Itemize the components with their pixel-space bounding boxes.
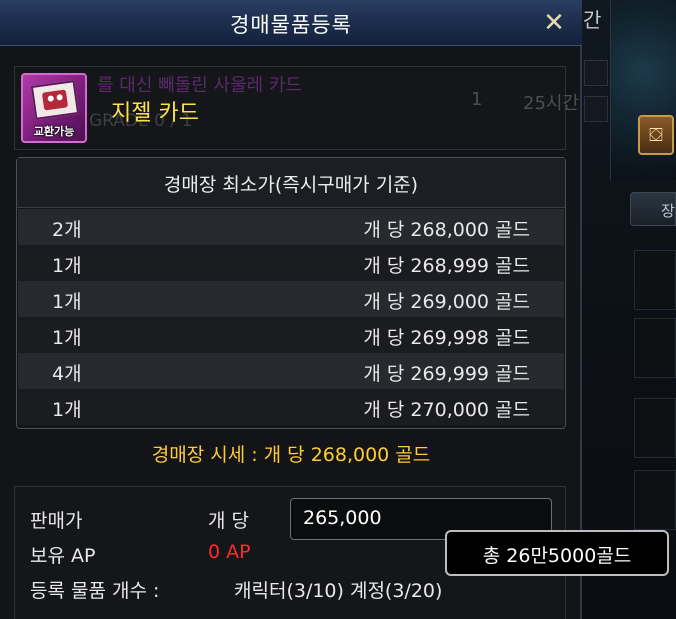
row-price: 개 당 268,000 골드: [363, 219, 530, 241]
card-item-icon[interactable]: 교환가능: [21, 73, 87, 143]
price-row: 4개 개 당 269,999 골드: [18, 353, 564, 389]
price-table-header: 경매장 최소가(즉시구매가 기준): [17, 158, 565, 208]
row-quantity: 2개: [52, 219, 82, 241]
auction-register-dialog: 경매물품등록 ✕ 를 대신 빼돌린 사울레 카드 GRADE 0 / 1 1 2…: [0, 0, 582, 619]
close-button[interactable]: ✕: [538, 8, 570, 38]
row-quantity: 1개: [52, 327, 82, 349]
registered-count-value: 캐릭터(3/10) 계정(3/20): [234, 580, 443, 602]
registered-count-label: 등록 물품 개수 :: [30, 580, 160, 602]
card-art-icon: [30, 80, 80, 120]
lowest-price-table: 경매장 최소가(즉시구매가 기준) 2개 개 당 268,000 골드 1개 개…: [16, 157, 566, 429]
row-quantity: 1개: [52, 399, 82, 421]
background-slot: [584, 96, 608, 122]
background-tab[interactable]: 장: [630, 192, 676, 226]
price-row: 1개 개 당 269,998 골드: [18, 317, 564, 353]
price-row: 1개 개 당 270,000 골드: [18, 389, 564, 425]
row-quantity: 4개: [52, 363, 82, 385]
chest-icon[interactable]: ⛋: [638, 115, 674, 155]
market-price-text: 경매장 시세 : 개 당 268,000 골드: [151, 444, 431, 466]
price-table-rows: 2개 개 당 268,000 골드 1개 개 당 268,999 골드 1개 개…: [18, 209, 564, 425]
row-price: 개 당 268,999 골드: [363, 255, 530, 277]
background-cell: [634, 470, 676, 530]
row-price: 개 당 269,998 골드: [363, 327, 530, 349]
background-slot: [584, 60, 608, 86]
background-cell: [634, 318, 676, 378]
item-ghost-quantity: 1: [471, 89, 483, 110]
item-ghost-name: 를 대신 빼돌린 사울레 카드: [97, 75, 303, 96]
row-quantity: 1개: [52, 291, 82, 313]
row-price: 개 당 269,000 골드: [363, 291, 530, 313]
item-info-panel: 를 대신 빼돌린 사울레 카드 GRADE 0 / 1 1 25시간 교환가능 …: [14, 66, 579, 150]
sale-price-label: 판매가: [30, 510, 83, 532]
ap-label: 보유 AP: [30, 545, 96, 567]
row-price: 개 당 269,999 골드: [363, 363, 530, 385]
price-row: 1개 개 당 269,000 골드: [18, 281, 564, 317]
row-price: 개 당 270,000 골드: [363, 399, 530, 421]
title-bar[interactable]: 경매물품등록 ✕: [0, 0, 582, 46]
dialog-title: 경매물품등록: [230, 13, 352, 37]
ap-value: 0 AP: [208, 541, 251, 563]
background-cell: [634, 250, 676, 310]
total-price-tooltip: 총 26만5000골드: [445, 530, 669, 576]
row-quantity: 1개: [52, 255, 82, 277]
background-edge-text: 간: [583, 8, 602, 32]
price-row: 1개 개 당 268,999 골드: [18, 245, 564, 281]
item-name: 지젤 카드: [111, 101, 199, 126]
item-ghost-time: 25시간: [523, 93, 580, 114]
per-unit-label: 개 당: [208, 510, 249, 532]
price-row: 2개 개 당 268,000 골드: [18, 209, 564, 245]
background-cell: [634, 398, 676, 458]
tradeable-label: 교환가능: [33, 125, 75, 138]
